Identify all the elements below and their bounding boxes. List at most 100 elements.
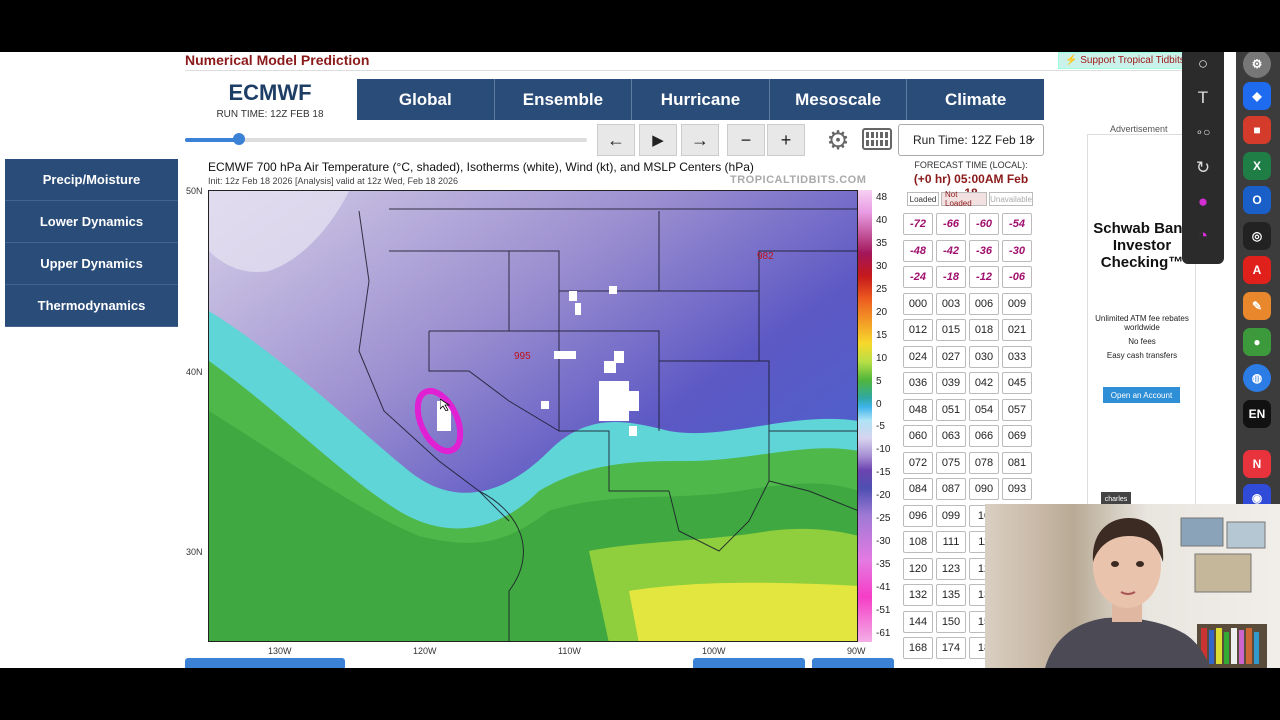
forecast-hour-button[interactable]: 030: [969, 345, 999, 368]
forecast-hour-button[interactable]: 123: [936, 557, 966, 580]
text-tool-icon[interactable]: T: [1190, 85, 1216, 111]
forecast-hour-button[interactable]: 006: [969, 292, 999, 315]
forecast-hour-button[interactable]: 081: [1002, 451, 1032, 474]
forecast-hour-button[interactable]: 057: [1002, 398, 1032, 421]
forecast-hour-button[interactable]: 009: [1002, 292, 1032, 315]
forecast-hour-button[interactable]: 090: [969, 478, 999, 500]
forecast-hour-button[interactable]: 096: [903, 504, 933, 527]
forecast-hour-button[interactable]: 000: [903, 292, 933, 315]
app-icon[interactable]: ✎: [1243, 292, 1271, 320]
play-button[interactable]: ▶: [639, 124, 677, 156]
forecast-hour-button[interactable]: 018: [969, 319, 999, 341]
bottom-button[interactable]: [693, 658, 805, 668]
news-app-icon[interactable]: N: [1243, 450, 1271, 478]
refresh-tool-icon[interactable]: ↻: [1190, 155, 1216, 181]
back-arrow-button[interactable]: ←: [597, 124, 635, 156]
forecast-hour-button[interactable]: 036: [903, 372, 933, 394]
bottom-button[interactable]: [185, 658, 345, 668]
forecast-hour-button[interactable]: 033: [1002, 345, 1032, 368]
colorbar-tick-label: 40: [876, 214, 888, 226]
forecast-hour-button[interactable]: 054: [969, 398, 999, 421]
run-time-select[interactable]: Run Time: 12Z Feb 18: [898, 124, 1044, 156]
forecast-hour-button[interactable]: 048: [903, 398, 933, 421]
forecast-hour-button[interactable]: 132: [903, 584, 933, 606]
forecast-slider-track[interactable]: [185, 138, 587, 142]
forecast-hour-button[interactable]: 111: [936, 531, 966, 553]
office-app-icon[interactable]: ■: [1243, 116, 1271, 144]
forecast-hour-button[interactable]: 072: [903, 451, 933, 474]
forecast-hour-button[interactable]: 135: [936, 584, 966, 606]
sidebar-item-thermodynamics[interactable]: Thermodynamics: [5, 285, 178, 327]
app-icon[interactable]: ◎: [1243, 222, 1271, 250]
keyboard-icon[interactable]: [862, 128, 892, 150]
forecast-hour-button[interactable]: 087: [936, 478, 966, 500]
timer-tool-icon[interactable]: ◔: [1190, 223, 1216, 249]
forecast-hour-button[interactable]: 093: [1002, 478, 1032, 500]
mouse-cursor-icon: [440, 399, 450, 411]
forecast-hour-button[interactable]: 078: [969, 451, 999, 474]
temperature-map[interactable]: 982 995: [208, 190, 858, 642]
sidebar-item-upper-dynamics[interactable]: Upper Dynamics: [5, 243, 178, 285]
forecast-hour-button[interactable]: 099: [936, 504, 966, 527]
color-picker-icon[interactable]: ●: [1190, 189, 1216, 215]
forecast-hour-button[interactable]: -12: [969, 266, 999, 288]
tab-ensemble[interactable]: Ensemble: [495, 79, 633, 120]
forecast-hour-button[interactable]: 039: [936, 372, 966, 394]
forecast-hour-button[interactable]: -54: [1002, 213, 1032, 235]
forecast-hour-button[interactable]: -06: [1002, 266, 1032, 288]
forecast-hour-button[interactable]: 045: [1002, 372, 1032, 394]
connector-tool-icon[interactable]: ∘○: [1190, 119, 1216, 145]
forecast-hour-button[interactable]: 021: [1002, 319, 1032, 341]
tab-hurricane[interactable]: Hurricane: [632, 79, 770, 120]
forecast-hour-button[interactable]: 144: [903, 610, 933, 633]
forecast-hour-button[interactable]: 069: [1002, 425, 1032, 447]
sidebar-item-precip-moisture[interactable]: Precip/Moisture: [5, 159, 178, 201]
app-icon[interactable]: ●: [1243, 328, 1271, 356]
dropbox-app-icon[interactable]: ◆: [1243, 82, 1271, 110]
input-language-indicator[interactable]: EN: [1243, 400, 1271, 428]
forward-arrow-button[interactable]: →: [681, 124, 719, 156]
forecast-hour-button[interactable]: 015: [936, 319, 966, 341]
forecast-hour-button[interactable]: -36: [969, 239, 999, 262]
forecast-hour-button[interactable]: 168: [903, 637, 933, 659]
forecast-hour-button[interactable]: 066: [969, 425, 999, 447]
forecast-hour-button[interactable]: -48: [903, 239, 933, 262]
tab-global[interactable]: Global: [357, 79, 495, 120]
forecast-hour-button[interactable]: 150: [936, 610, 966, 633]
gear-icon[interactable]: ⚙: [823, 124, 853, 156]
forecast-hour-button[interactable]: -66: [936, 213, 966, 235]
ad-open-account-button[interactable]: Open an Account: [1103, 387, 1180, 403]
messages-app-icon[interactable]: ◍: [1243, 364, 1271, 392]
sidebar-item-lower-dynamics[interactable]: Lower Dynamics: [5, 201, 178, 243]
tab-climate[interactable]: Climate: [907, 79, 1044, 120]
forecast-time-header: FORECAST TIME (LOCAL):: [914, 160, 1028, 170]
forecast-hour-button[interactable]: 174: [936, 637, 966, 659]
bottom-button[interactable]: [812, 658, 894, 668]
excel-app-icon[interactable]: X: [1243, 152, 1271, 180]
forecast-hour-button[interactable]: 084: [903, 478, 933, 500]
circle-tool-icon[interactable]: ○: [1190, 52, 1216, 77]
forecast-hour-button[interactable]: -24: [903, 266, 933, 288]
forecast-hour-button[interactable]: 051: [936, 398, 966, 421]
forecast-hour-button[interactable]: 024: [903, 345, 933, 368]
forecast-slider-handle[interactable]: [233, 133, 246, 145]
forecast-hour-button[interactable]: -30: [1002, 239, 1032, 262]
forecast-hour-button[interactable]: -60: [969, 213, 999, 235]
acrobat-app-icon[interactable]: A: [1243, 256, 1271, 284]
forecast-hour-button[interactable]: 003: [936, 292, 966, 315]
forecast-hour-button[interactable]: 063: [936, 425, 966, 447]
forecast-hour-button[interactable]: 108: [903, 531, 933, 553]
forecast-hour-button[interactable]: 075: [936, 451, 966, 474]
zoom-in-button[interactable]: +: [767, 124, 805, 156]
forecast-hour-button[interactable]: 027: [936, 345, 966, 368]
forecast-hour-button[interactable]: 012: [903, 319, 933, 341]
forecast-hour-button[interactable]: -18: [936, 266, 966, 288]
forecast-hour-button[interactable]: 120: [903, 557, 933, 580]
forecast-hour-button[interactable]: 060: [903, 425, 933, 447]
forecast-hour-button[interactable]: -72: [903, 213, 933, 235]
forecast-hour-button[interactable]: 042: [969, 372, 999, 394]
tab-mesoscale[interactable]: Mesoscale: [770, 79, 908, 120]
forecast-hour-button[interactable]: -42: [936, 239, 966, 262]
zoom-out-button[interactable]: −: [727, 124, 765, 156]
outlook-app-icon[interactable]: O: [1243, 186, 1271, 214]
